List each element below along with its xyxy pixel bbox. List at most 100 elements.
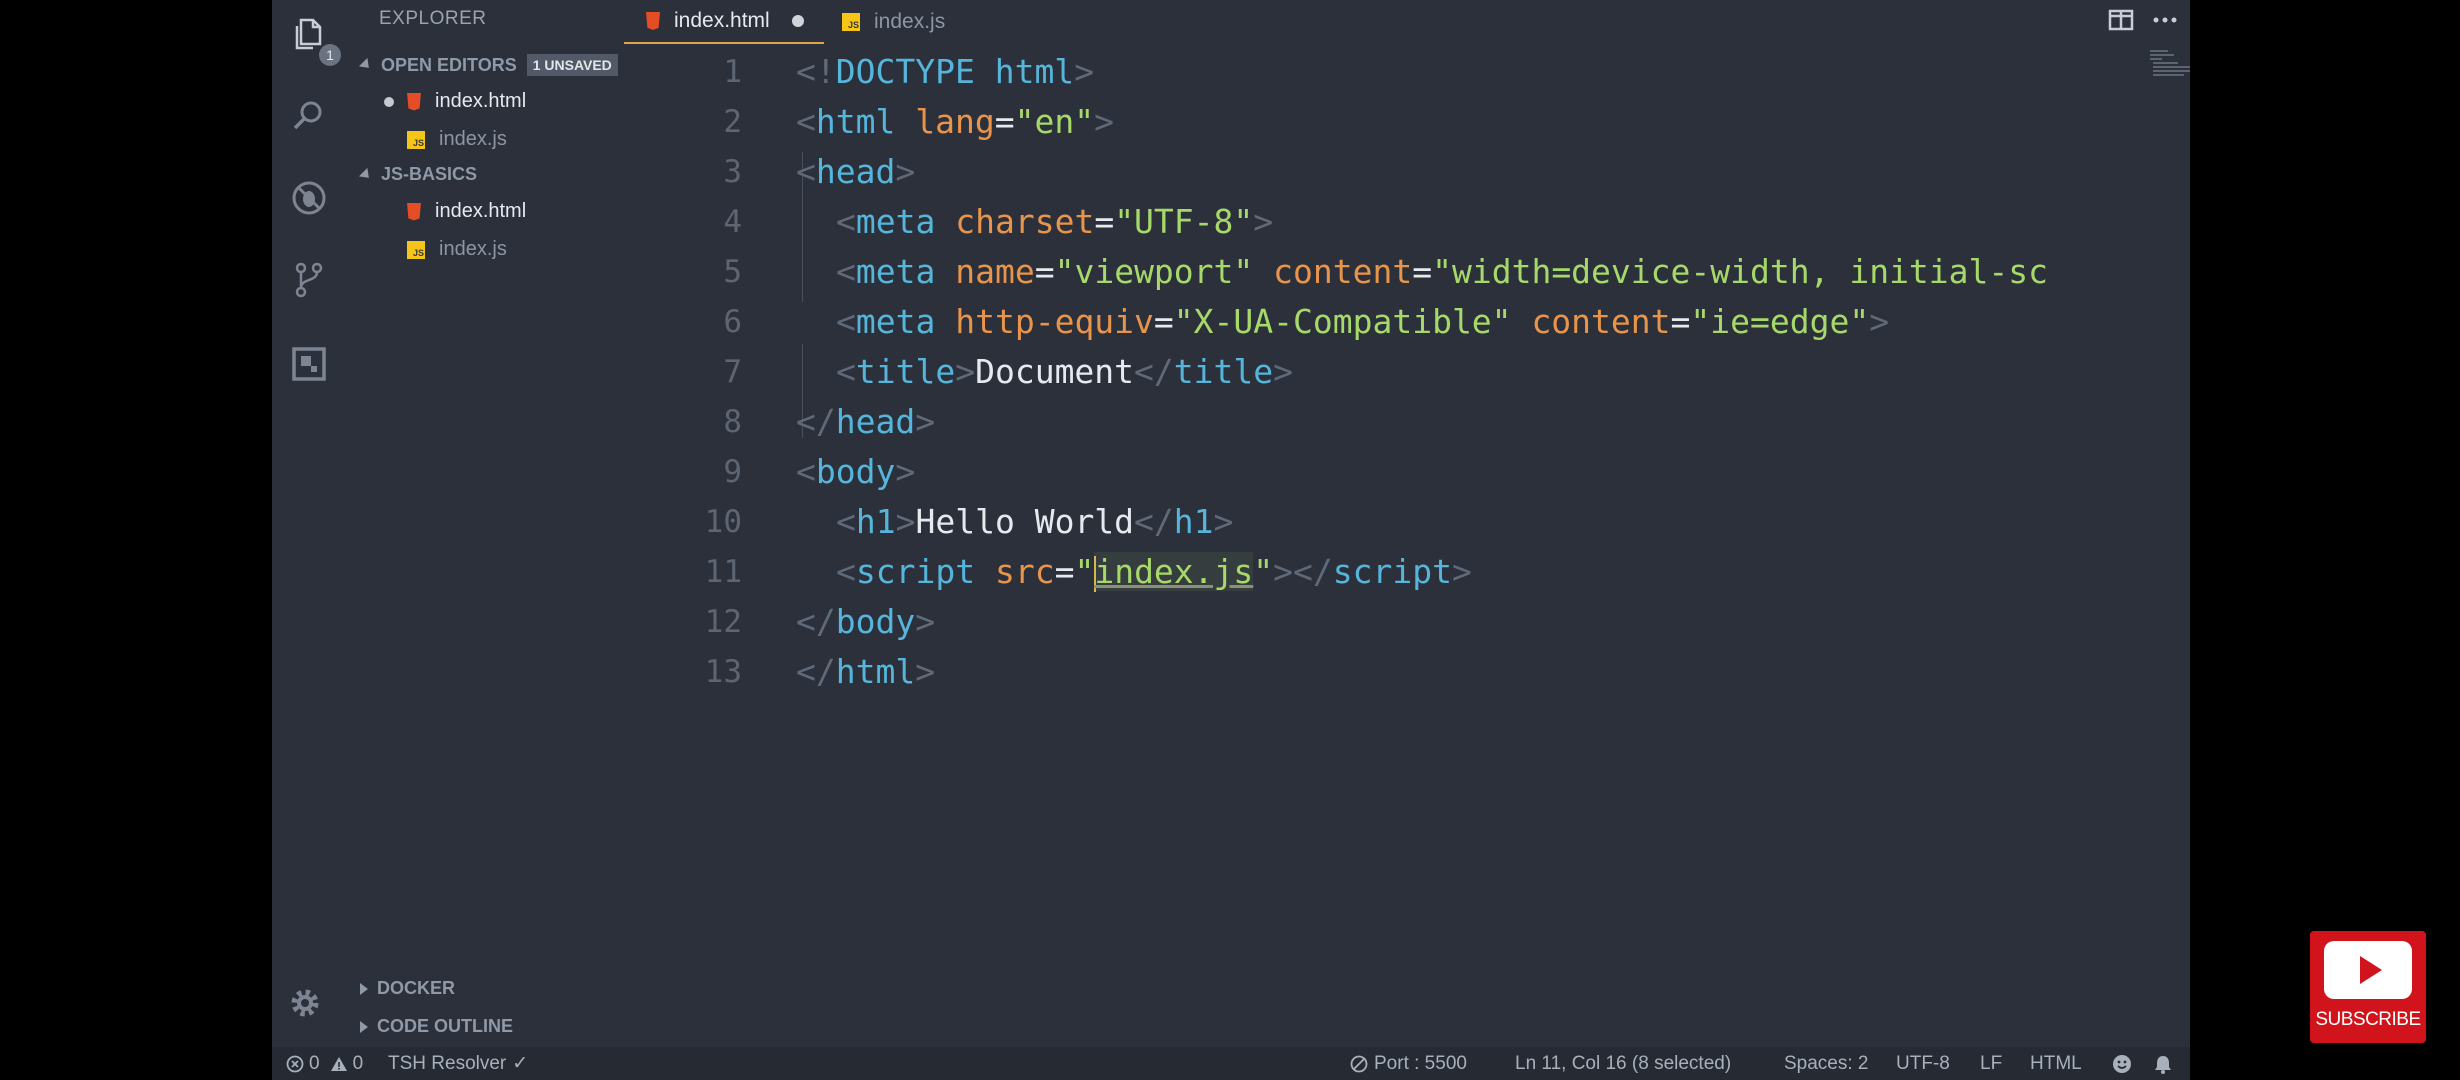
html-file-icon [407, 202, 421, 221]
code-outline-section-header[interactable]: CODE OUTLINE [360, 1016, 513, 1037]
token: DOCTYPE [835, 52, 975, 91]
more-actions-icon[interactable] [2152, 16, 2178, 24]
source-control-icon[interactable] [285, 256, 333, 304]
encoding[interactable]: UTF-8 [1896, 1047, 1950, 1080]
token: > [1273, 352, 1294, 391]
token: " [1253, 552, 1274, 591]
token: > [1074, 52, 1095, 91]
token: < [796, 102, 816, 141]
chevron-right-icon [360, 1020, 368, 1033]
code-outline-label: CODE OUTLINE [377, 1016, 514, 1036]
open-editors-label: OPEN EDITORS [381, 54, 517, 75]
end-of-line[interactable]: LF [1980, 1047, 2002, 1080]
resolver-status[interactable]: TSH Resolver ✓ [388, 1047, 528, 1080]
line-number: 3 [723, 154, 742, 190]
token: script [1332, 552, 1452, 591]
token: " [1074, 552, 1095, 591]
explorer-icon[interactable]: 1 [285, 10, 341, 66]
open-editor-item-index-html[interactable]: index.html [384, 90, 526, 113]
token: "ie=edge" [1690, 302, 1870, 341]
language-mode[interactable]: HTML [2030, 1047, 2082, 1080]
docker-section-header[interactable]: DOCKER [360, 978, 455, 999]
file-label: index.js [439, 128, 507, 150]
token: meta [855, 302, 936, 341]
chevron-right-icon [360, 982, 368, 995]
token: h1 [855, 502, 896, 541]
token: </ [796, 402, 836, 441]
token: < [836, 352, 856, 391]
token: http-equiv [955, 302, 1154, 341]
search-icon[interactable] [285, 92, 333, 140]
extensions-icon[interactable] [285, 340, 333, 388]
activity-bar: 1 [272, 0, 346, 1047]
port-label: Port : 5500 [1374, 1052, 1467, 1074]
token: script [855, 552, 976, 591]
editor-actions [2108, 0, 2190, 40]
tab-index-js[interactable]: JS index.js [824, 0, 1004, 44]
notifications-bell-icon[interactable] [2154, 1047, 2172, 1080]
debug-icon[interactable] [285, 174, 333, 222]
line-number: 8 [723, 404, 742, 440]
tab-label: index.js [874, 10, 946, 33]
code-editor[interactable]: 1 <!DOCTYPE html> 2 <html lang="en"> 3 <hea… [624, 44, 2190, 1047]
open-editors-header[interactable]: OPEN EDITORS 1 UNSAVED [358, 54, 618, 76]
unsaved-badge: 1 UNSAVED [526, 54, 618, 76]
unsaved-dot-icon[interactable] [384, 96, 394, 107]
selected-text[interactable]: index.js [1094, 552, 1254, 591]
token: meta [855, 202, 936, 241]
token: > [1253, 202, 1274, 241]
error-count: 0 [309, 1052, 320, 1074]
live-server-port[interactable]: Port : 5500 [1350, 1047, 1467, 1080]
feedback-smiley-icon[interactable] [2112, 1047, 2132, 1080]
token: </ [1134, 352, 1174, 391]
warning-count: 0 [352, 1052, 364, 1074]
line-number: 11 [704, 554, 742, 590]
docker-label: DOCKER [377, 978, 456, 998]
token: src [994, 552, 1055, 591]
token: <! [796, 52, 836, 91]
line-number: 12 [704, 604, 742, 640]
indentation[interactable]: Spaces: 2 [1784, 1047, 1869, 1080]
token: < [836, 202, 856, 241]
token: = [1094, 202, 1115, 241]
line-number: 4 [723, 204, 742, 240]
split-editor-icon[interactable] [2108, 9, 2134, 31]
tab-label: index.html [674, 9, 770, 32]
token: h1 [1173, 502, 1214, 541]
token: > [915, 402, 936, 441]
subscribe-button[interactable]: SUBSCRIBE [2310, 931, 2426, 1043]
settings-gear-icon[interactable] [285, 983, 333, 1031]
file-item-index-html[interactable]: index.html [407, 200, 526, 223]
token: > [1451, 552, 1472, 591]
token: > [915, 602, 936, 641]
cursor-position[interactable]: Ln 11, Col 16 (8 selected) [1515, 1047, 1731, 1080]
token: = [1054, 552, 1075, 591]
unsaved-dot-icon[interactable] [791, 15, 804, 27]
check-icon: ✓ [512, 1053, 529, 1074]
token: > [895, 452, 916, 491]
problems-indicator[interactable]: 0 0 [286, 1047, 363, 1080]
token: </ [1134, 502, 1174, 541]
token: html [994, 52, 1075, 91]
line-number: 10 [704, 504, 742, 540]
token: html [835, 652, 916, 691]
token: content [1531, 302, 1671, 341]
minimap[interactable] [2148, 48, 2190, 78]
resolver-label: TSH Resolver [388, 1052, 507, 1074]
tab-index-html[interactable]: index.html [624, 0, 824, 44]
file-item-index-js[interactable]: JS index.js [407, 238, 507, 261]
explorer-badge: 1 [319, 44, 341, 66]
token: title [1173, 352, 1274, 391]
token: > [895, 152, 916, 191]
token: head [835, 402, 916, 441]
project-folder-header[interactable]: JS-BASICS [358, 164, 477, 185]
open-editor-item-index-js[interactable]: JS index.js [407, 128, 507, 151]
token: > [1094, 102, 1114, 141]
sidebar-title: EXPLORER [379, 8, 487, 29]
